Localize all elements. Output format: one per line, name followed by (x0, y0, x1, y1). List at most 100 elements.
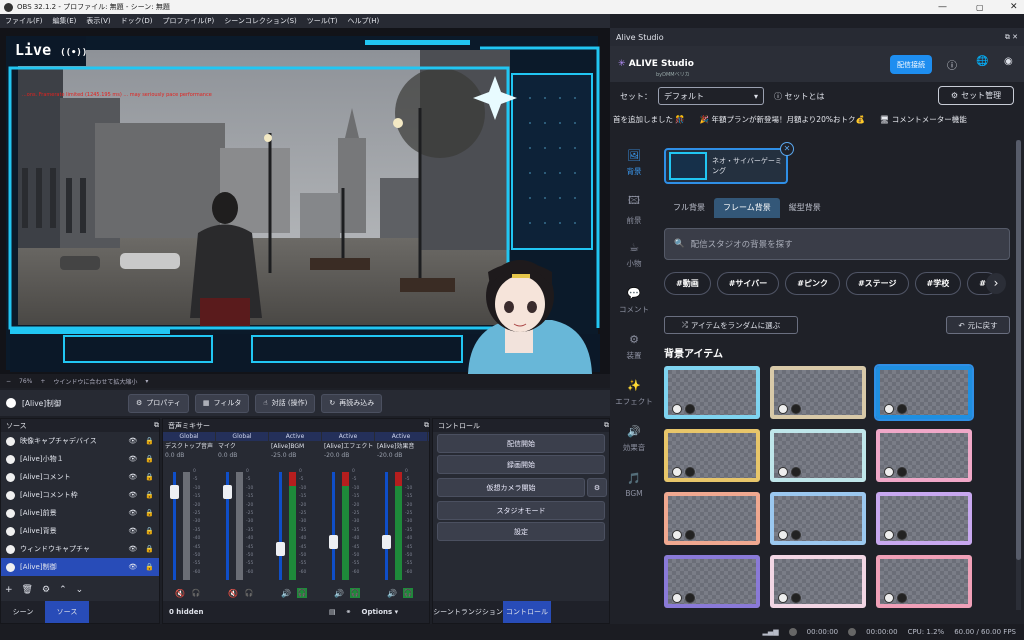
dock-popout-icon[interactable]: ⧉ (154, 421, 159, 430)
muted-speaker-icon[interactable]: 🔇 (228, 589, 238, 598)
lock-icon[interactable]: 🔒 (145, 563, 154, 571)
bg-item-thumbnail[interactable] (664, 429, 760, 482)
headphones-icon[interactable]: 🎧 (297, 588, 307, 598)
speaker-icon[interactable]: 🔊 (334, 589, 344, 598)
menu-view[interactable]: 表示(V) (81, 16, 115, 26)
lock-icon[interactable]: 🔒 (145, 437, 154, 445)
volume-slider-handle[interactable] (382, 534, 391, 549)
bg-item-thumbnail[interactable] (770, 429, 866, 482)
tab-controls[interactable]: コントロール (503, 601, 551, 623)
zoom-in-icon[interactable]: + (40, 378, 45, 385)
volume-slider-handle[interactable] (223, 484, 232, 499)
options-button[interactable]: Options ▾ (362, 608, 399, 616)
bg-item-thumbnail[interactable] (874, 364, 974, 421)
menu-help[interactable]: ヘルプ(H) (343, 16, 385, 26)
volume-slider-handle[interactable] (329, 534, 338, 549)
eye-icon[interactable]: 👁 (128, 545, 137, 553)
help-icon[interactable]: ⓘ (947, 57, 957, 72)
scrollbar[interactable] (1016, 140, 1021, 610)
scrollbar-thumb[interactable] (1016, 140, 1021, 560)
eye-icon[interactable]: 👁 (128, 527, 137, 535)
studio-mode-button[interactable]: スタジオモード (437, 501, 605, 520)
eye-icon[interactable]: 👁 (128, 491, 137, 499)
close-icon[interactable]: ✕ (780, 142, 794, 156)
headphones-icon[interactable]: 🎧 (403, 588, 413, 598)
bg-item-thumbnail[interactable] (664, 492, 760, 545)
volume-slider-handle[interactable] (276, 542, 285, 557)
add-icon[interactable]: + (5, 585, 13, 595)
volume-slider[interactable] (332, 472, 335, 580)
virtual-cam-button[interactable]: 仮想カメラ開始 (437, 478, 585, 497)
bg-item-thumbnail[interactable] (664, 366, 760, 419)
set-manage-button[interactable]: ⚙ セット管理 (938, 86, 1014, 105)
lock-icon[interactable]: 🔒 (145, 455, 154, 463)
start-record-button[interactable]: 録画開始 (437, 455, 605, 474)
volume-slider[interactable] (385, 472, 388, 580)
bg-item-thumbnail[interactable] (770, 492, 866, 545)
tag-chip[interactable]: #動画 (664, 272, 711, 295)
speaker-icon[interactable]: 🔊 (281, 589, 291, 598)
chevron-right-icon[interactable]: › (986, 273, 1006, 294)
headphones-icon[interactable]: 🎧 (350, 588, 360, 598)
source-item[interactable]: [Alive]コメント枠 👁 🔒 (1, 486, 159, 504)
set-about-link[interactable]: ⓘ セットとは (774, 91, 825, 102)
nav-item[interactable]: 🎵 BGM (612, 462, 656, 508)
eye-icon[interactable]: 👁 (128, 455, 137, 463)
dock-popout-icon[interactable]: ⧉ (604, 421, 609, 430)
tab-frame-bg[interactable]: フレーム背景 (714, 198, 780, 218)
menu-file[interactable]: ファイル(F) (0, 16, 48, 26)
bg-item-thumbnail[interactable] (770, 366, 866, 419)
tab-sources[interactable]: ソース (45, 601, 89, 623)
bg-item-thumbnail[interactable] (770, 555, 866, 608)
set-select[interactable]: デフォルト ▾ (658, 87, 764, 105)
preview-area[interactable]: Live ((•)) ...ons. Framerate limited (12… (0, 28, 610, 374)
bg-search-input[interactable]: 🔍 配信スタジオの背景を探す (664, 228, 1010, 260)
link-icon[interactable]: ⚭ (346, 608, 352, 616)
filters-button[interactable]: ▦ フィルタ (194, 393, 250, 413)
properties-button[interactable]: ⚙ プロパティ (128, 393, 189, 413)
nav-item[interactable]: 🔊 効果音 (612, 416, 656, 462)
bg-item-thumbnail[interactable] (876, 429, 972, 482)
channel-name[interactable]: [Alive]BGM (269, 441, 321, 452)
move-down-icon[interactable]: ⌄ (76, 585, 84, 595)
gear-icon[interactable]: ⚙ (42, 585, 50, 595)
lock-icon[interactable]: 🔒 (145, 473, 154, 481)
minimize-icon[interactable]: — (938, 2, 947, 12)
source-item[interactable]: [Alive]前景 👁 🔒 (1, 504, 159, 522)
volume-slider-handle[interactable] (170, 484, 179, 499)
settings-button[interactable]: 設定 (437, 522, 605, 541)
connect-button[interactable]: 配信接続 (890, 55, 932, 74)
speaker-icon[interactable]: 🔊 (387, 589, 397, 598)
tag-chip[interactable]: #サイバー (716, 272, 780, 295)
lock-icon[interactable]: 🔒 (145, 491, 154, 499)
tag-chip[interactable]: #学校 (914, 272, 962, 295)
eye-icon[interactable]: 👁 (128, 563, 137, 571)
nav-item[interactable]: ☕ 小物 (612, 232, 656, 278)
menu-edit[interactable]: 編集(E) (48, 16, 82, 26)
nav-item[interactable]: 🖼 背景 (612, 140, 656, 186)
channel-name[interactable]: デスクトップ音声 (163, 441, 215, 452)
mixer-layout-icon[interactable]: ▤ (329, 608, 336, 616)
account-icon[interactable]: ◉ (1004, 56, 1013, 67)
source-item[interactable]: [Alive]背景 👁 🔒 (1, 522, 159, 540)
lock-icon[interactable]: 🔒 (145, 527, 154, 535)
source-item[interactable]: [Alive]コメント 👁 🔒 (1, 468, 159, 486)
random-button[interactable]: ⤮ アイテムをランダムに選ぶ (664, 316, 798, 334)
source-item[interactable]: [Alive]小物１ 👁 🔒 (1, 450, 159, 468)
close-icon[interactable]: ✕ (1010, 2, 1018, 12)
menu-tools[interactable]: ツール(T) (302, 16, 343, 26)
start-stream-button[interactable]: 配信開始 (437, 434, 605, 453)
chevron-down-icon[interactable]: ▾ (145, 378, 148, 385)
nav-item[interactable]: ⚙ 装置 (612, 324, 656, 370)
channel-name[interactable]: [Alive]エフェクト (322, 441, 374, 452)
tag-chip[interactable]: #ピンク (785, 272, 840, 295)
headphones-icon[interactable]: 🎧 (244, 588, 254, 598)
tab-transitions[interactable]: シーントランジション (433, 607, 503, 617)
dock-popout-icon[interactable]: ⧉ ✕ (1005, 33, 1018, 42)
bg-item-thumbnail[interactable] (876, 492, 972, 545)
eye-icon[interactable]: 👁 (128, 509, 137, 517)
eye-icon[interactable]: 👁 (128, 437, 137, 445)
menu-scene-collection[interactable]: シーンコレクション(S) (219, 16, 302, 26)
muted-speaker-icon[interactable]: 🔇 (175, 589, 185, 598)
lock-icon[interactable]: 🔒 (145, 545, 154, 553)
